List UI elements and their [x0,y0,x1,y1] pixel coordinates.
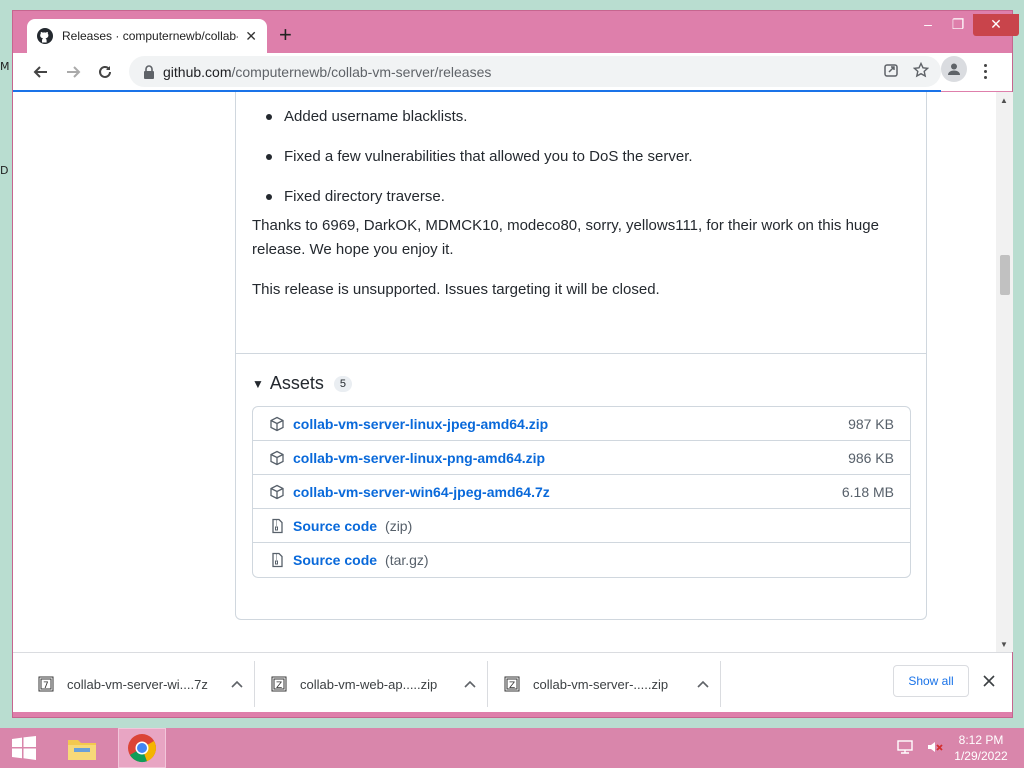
download-item[interactable]: 7 collab-vm-server-wi....7z [23,661,255,707]
archive-file-icon: Z [504,676,520,692]
chevron-up-icon[interactable] [227,674,247,694]
file-zip-icon [272,518,283,533]
thanks-paragraph: Thanks to 6969, DarkOK, MDMCK10, modeco8… [252,217,879,258]
asset-row: collab-vm-server-linux-png-amd64.zip 986… [253,441,910,475]
desktop-icon-label: D [0,164,9,177]
chevron-up-icon[interactable] [693,674,713,694]
asset-size: 6.18 MB [841,483,894,500]
source-code-link[interactable]: Source code [293,552,377,568]
svg-text:7: 7 [43,681,49,691]
asset-size: 986 KB [848,449,894,466]
unsupported-notice: This release is unsupported. Issues targ… [252,281,660,298]
assets-toggle[interactable]: ▼ Assets 5 [252,373,353,394]
list-item: Fixed a few vulnerabilities that allowed… [266,147,693,187]
assets-title: Assets [269,373,324,393]
window-controls: – ❐ ✕ [913,14,1019,36]
profile-button[interactable] [941,56,967,82]
download-shelf: 7 collab-vm-server-wi....7z Z collab-vm-… [13,652,1012,712]
minimize-icon[interactable]: – [913,14,943,36]
download-item[interactable]: Z collab-vm-server-.....zip [489,661,721,707]
tab-close-icon[interactable]: ✕ [245,28,257,45]
user-icon [948,63,960,75]
github-icon [37,28,53,44]
network-icon[interactable] [896,738,914,756]
asset-row: collab-vm-server-win64-jpeg-amd64.7z 6.1… [253,475,910,509]
close-shelf-icon[interactable] [979,671,999,691]
taskbar-chrome[interactable] [118,728,166,768]
scrollbar-thumb[interactable] [1000,255,1010,295]
package-icon [270,416,284,431]
asset-download-link[interactable]: collab-vm-server-win64-jpeg-amd64.7z [293,484,550,500]
file-zip-icon [272,552,283,568]
browser-toolbar: github.com/computernewb/collab-vm-server… [13,53,1012,91]
start-button[interactable] [0,728,48,768]
back-button[interactable] [25,56,57,88]
show-all-downloads-button[interactable]: Show all [893,665,969,697]
system-tray [896,738,944,756]
desktop-icon-label: M [0,60,10,73]
share-icon[interactable] [883,62,899,78]
forward-button[interactable] [57,56,89,88]
download-filename: collab-vm-server-.....zip [533,676,669,692]
title-bar: Releases · computernewb/collab-vm-server… [13,11,1019,53]
asset-size: 987 KB [848,415,894,432]
scroll-up-icon[interactable]: ▲ [1000,96,1008,105]
volume-muted-icon[interactable] [926,738,944,756]
asset-row: collab-vm-server-linux-jpeg-amd64.zip 98… [253,407,910,441]
source-code-link[interactable]: Source code [293,518,377,534]
download-filename: collab-vm-web-ap.....zip [300,676,438,692]
tab-title: Releases · computernewb/collab-vm-server [62,29,238,43]
caret-down-icon: ▼ [252,376,264,391]
folder-icon [68,740,96,760]
clock-time: 8:12 PM [958,733,1004,747]
asset-download-link[interactable]: collab-vm-server-linux-jpeg-amd64.zip [293,416,548,432]
archive-type: (tar.gz) [385,552,429,568]
list-item [284,92,693,107]
page-viewport: Added username blacklists. Fixed a few v… [13,92,996,652]
svg-text:Z: Z [276,681,282,691]
release-notes: Added username blacklists. Fixed a few v… [236,92,926,354]
arrow-left-icon [33,66,47,78]
browser-tab[interactable]: Releases · computernewb/collab-vm-server… [27,19,267,53]
taskbar-clock[interactable]: 8:12 PM 1/29/2022 [946,732,1016,764]
asset-download-link[interactable]: collab-vm-server-linux-png-amd64.zip [293,450,545,466]
url-text: github.com/computernewb/collab-vm-server… [163,63,492,80]
package-icon [270,484,284,499]
asset-list: collab-vm-server-linux-jpeg-amd64.zip 98… [252,406,911,578]
archive-type: (zip) [385,517,413,534]
taskbar-file-explorer[interactable] [58,728,106,768]
arrow-right-icon [67,66,81,78]
scroll-down-icon[interactable]: ▼ [1000,640,1008,649]
reload-icon [99,65,111,78]
assets-count-badge: 5 [333,375,353,392]
download-item[interactable]: Z collab-vm-web-ap.....zip [256,661,488,707]
lock-icon [144,64,154,79]
asset-row: Source code (zip) [253,509,910,543]
bookmark-star-icon[interactable] [913,62,929,78]
new-tab-button[interactable]: + [279,24,292,46]
browser-window: Releases · computernewb/collab-vm-server… [12,10,1019,718]
download-filename: collab-vm-server-wi....7z [67,676,208,692]
archive-file-icon: Z [271,676,287,692]
package-icon [270,450,284,465]
list-item: Added username blacklists. [266,107,693,147]
asset-row: Source code (tar.gz) [253,543,910,577]
page-scrollbar[interactable]: ▲ ▼ [996,92,1013,652]
release-card: Added username blacklists. Fixed a few v… [235,92,927,620]
chevron-up-icon[interactable] [460,674,480,694]
maximize-icon[interactable]: ❐ [943,14,973,36]
chrome-icon [128,734,156,763]
address-bar[interactable]: github.com/computernewb/collab-vm-server… [129,56,941,87]
window-close-icon[interactable]: ✕ [973,14,1019,36]
archive-file-icon: 7 [38,676,54,692]
windows-logo-icon [12,736,36,760]
clock-date: 1/29/2022 [954,749,1008,763]
omnibox-actions [883,62,929,78]
browser-menu-button[interactable] [975,59,995,83]
svg-text:Z: Z [509,681,515,691]
taskbar: 8:12 PM 1/29/2022 [0,728,1024,768]
reload-button[interactable] [89,56,121,88]
